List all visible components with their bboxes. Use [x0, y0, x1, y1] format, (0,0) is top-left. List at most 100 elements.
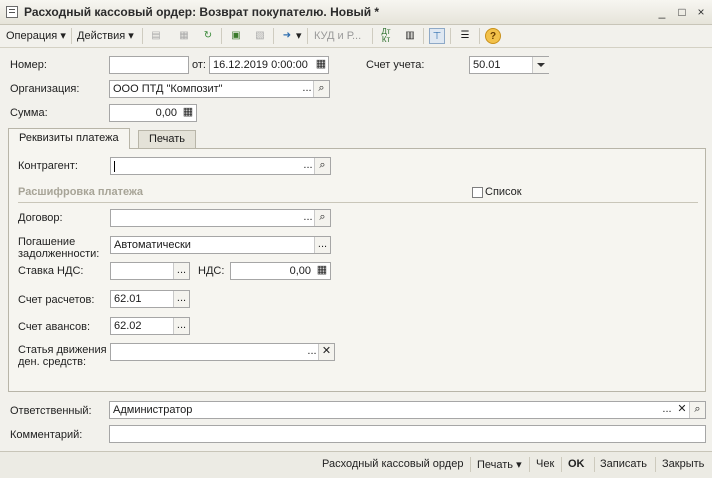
- chevron-down-icon[interactable]: [532, 57, 549, 73]
- repayment-label-line2: задолженности:: [18, 248, 100, 260]
- select-button[interactable]: ...: [173, 291, 189, 307]
- add-icon[interactable]: ▤: [148, 28, 164, 44]
- search-icon[interactable]: ⌕: [314, 158, 330, 174]
- responsible-field[interactable]: Администратор ... ✕ ⌕: [109, 401, 706, 419]
- ok-button[interactable]: OK: [568, 458, 585, 470]
- window-title: Расходный кассовый ордер: Возврат покупа…: [24, 5, 380, 19]
- calculator-icon[interactable]: ▦: [180, 105, 196, 121]
- advance-account-field[interactable]: 62.02 ...: [110, 317, 190, 335]
- print-menu-label: Печать: [477, 459, 514, 471]
- operation-menu[interactable]: Операция ▾: [6, 28, 66, 44]
- repayment-field[interactable]: Автоматически ...: [110, 236, 331, 254]
- toolbar: Операция ▾ Действия ▾ ▤ ▦ ↻ ▣ ▧ ➜ ▾ КУД …: [0, 25, 712, 48]
- settlement-account-value: 62.01: [114, 293, 142, 305]
- tab-panel-payment: Контрагент: ... ⌕ Расшифровка платежа Сп…: [8, 148, 706, 392]
- maximize-button[interactable]: □: [674, 4, 690, 20]
- search-icon[interactable]: ⌕: [313, 81, 329, 97]
- toolbar-divider: [479, 28, 480, 44]
- calendar-icon[interactable]: ▦: [313, 57, 329, 73]
- toolbar-divider: [273, 28, 274, 44]
- dt-kt-icon[interactable]: Дт Кт: [378, 28, 394, 44]
- calculator-icon[interactable]: ▦: [314, 263, 330, 279]
- sum-field[interactable]: 0,00 ▦: [109, 104, 197, 122]
- toolbar-divider: [423, 28, 424, 44]
- command-divider: [529, 457, 530, 472]
- select-button[interactable]: ...: [173, 318, 189, 334]
- clear-icon[interactable]: ✕: [318, 344, 334, 360]
- post-document-icon[interactable]: ▣: [228, 28, 244, 44]
- list-label: Список: [485, 186, 522, 198]
- date-label: от:: [192, 59, 206, 71]
- command-divider: [561, 457, 562, 472]
- unpost-icon[interactable]: ▧: [252, 28, 268, 44]
- go-to-dropdown[interactable]: ▾: [296, 28, 302, 44]
- tab-payment-details[interactable]: Реквизиты платежа: [8, 128, 130, 149]
- print-menu-button[interactable]: Печать ▾: [477, 458, 522, 471]
- organization-field[interactable]: ООО ПТД "Композит" ... ⌕: [109, 80, 330, 98]
- sum-label: Сумма:: [10, 107, 48, 119]
- copy-icon[interactable]: ▦: [176, 28, 192, 44]
- contract-field[interactable]: ... ⌕: [110, 209, 331, 227]
- columns-icon[interactable]: ☰: [457, 28, 473, 44]
- repayment-label-line1: Погашение: [18, 236, 76, 248]
- settlement-account-label: Счет расчетов:: [18, 294, 95, 306]
- comment-field[interactable]: [109, 425, 706, 443]
- tab-print[interactable]: Печать: [138, 130, 197, 148]
- operation-menu-label: Операция: [6, 30, 58, 42]
- command-bar: Расходный кассовый ордер Печать ▾ Чек OK…: [0, 451, 712, 478]
- structure-icon[interactable]: ⊤: [429, 28, 445, 44]
- refresh-icon[interactable]: ↻: [200, 28, 216, 44]
- settlement-account-field[interactable]: 62.01 ...: [110, 290, 190, 308]
- vat-field[interactable]: 0,00 ▦: [230, 262, 331, 280]
- section-title-payment-breakdown: Расшифровка платежа: [18, 186, 144, 198]
- vat-label: НДС:: [198, 265, 225, 277]
- receipt-button[interactable]: Чек: [536, 458, 554, 470]
- help-icon[interactable]: ?: [485, 28, 501, 44]
- save-button[interactable]: Записать: [600, 458, 647, 470]
- select-button[interactable]: ...: [173, 263, 189, 279]
- comment-label: Комментарий:: [10, 429, 83, 441]
- date-value: 16.12.2019 0:00:00: [213, 59, 308, 71]
- contract-label: Договор:: [18, 212, 63, 224]
- advance-account-value: 62.02: [114, 320, 142, 332]
- search-icon[interactable]: ⌕: [689, 402, 705, 418]
- sum-value: 0,00: [155, 107, 177, 119]
- number-field[interactable]: [109, 56, 189, 74]
- clear-icon[interactable]: ✕: [674, 402, 690, 418]
- responsible-value: Администратор: [113, 404, 193, 416]
- print-form-button[interactable]: Расходный кассовый ордер: [322, 458, 463, 470]
- cashflow-label-line2: ден. средств:: [18, 356, 87, 368]
- toolbar-divider: [221, 28, 222, 44]
- toolbar-divider: [142, 28, 143, 44]
- account-select[interactable]: 50.01: [469, 56, 549, 74]
- actions-menu[interactable]: Действия ▾: [77, 28, 134, 44]
- organization-label: Организация:: [10, 83, 80, 95]
- toolbar-divider: [450, 28, 451, 44]
- list-checkbox[interactable]: [472, 187, 483, 198]
- date-field[interactable]: 16.12.2019 0:00:00 ▦: [209, 56, 329, 74]
- vat-rate-field[interactable]: ...: [110, 262, 190, 280]
- kud-button[interactable]: КУД и Р...: [314, 28, 361, 44]
- actions-menu-label: Действия: [77, 30, 126, 42]
- select-button[interactable]: ...: [659, 402, 675, 418]
- account-label: Счет учета:: [366, 59, 425, 71]
- chevron-down-shape: [537, 63, 545, 67]
- report-icon[interactable]: ▥: [402, 28, 418, 44]
- cashflow-item-field[interactable]: ... ✕: [110, 343, 335, 361]
- search-icon[interactable]: ⌕: [314, 210, 330, 226]
- close-button[interactable]: Закрыть: [662, 458, 704, 470]
- go-to-icon[interactable]: ➜: [279, 28, 295, 44]
- minimize-button[interactable]: _: [654, 4, 670, 20]
- command-divider: [655, 457, 656, 472]
- counterparty-label: Контрагент:: [18, 160, 78, 172]
- vat-rate-label: Ставка НДС:: [18, 265, 84, 277]
- counterparty-field[interactable]: ... ⌕: [110, 157, 331, 175]
- text-cursor: [114, 161, 115, 172]
- select-button[interactable]: ...: [314, 237, 330, 253]
- cashflow-label-line1: Статья движения: [18, 344, 107, 356]
- vat-value: 0,00: [289, 265, 311, 277]
- close-window-button[interactable]: ×: [693, 4, 709, 20]
- command-divider: [470, 457, 471, 472]
- number-label: Номер:: [10, 59, 47, 71]
- toolbar-divider: [307, 28, 308, 44]
